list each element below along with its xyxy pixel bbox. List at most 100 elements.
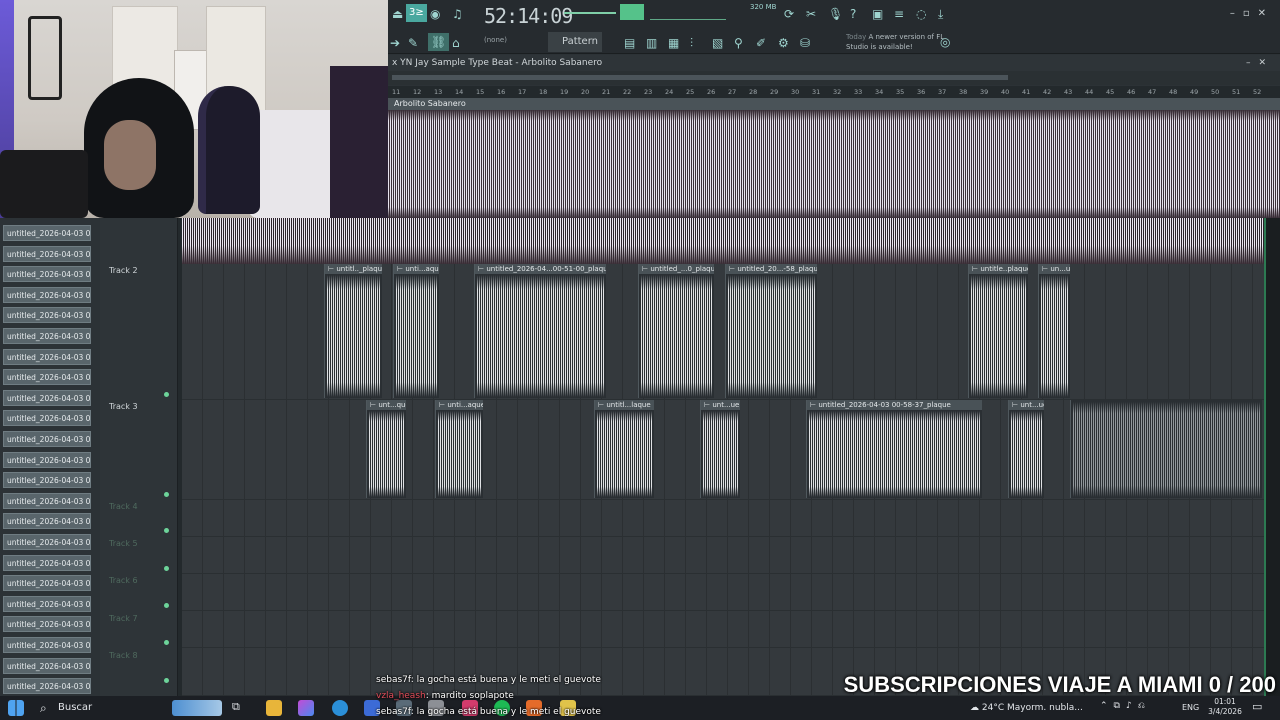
refresh-icon[interactable]: ⟳ bbox=[784, 7, 794, 21]
audio-clip[interactable]: ⊢ untitl...laque bbox=[594, 400, 654, 498]
clip-browser-item[interactable]: untitled_2026-04-03 00- bbox=[3, 369, 91, 386]
audio-clip-label[interactable]: ⊢ unti...aque bbox=[394, 264, 439, 274]
audio-clip-label[interactable]: ⊢ untitled_2026-04-03 00-58-37_plaque bbox=[807, 400, 982, 410]
track-6-label[interactable]: Track 6 bbox=[109, 576, 138, 585]
audio-clip[interactable]: ⊢ untitled_2026-04-03 00-58-37_plaque bbox=[806, 400, 982, 498]
download-icon[interactable]: ⤓ bbox=[938, 7, 943, 21]
pattern-selector[interactable]: Pattern 1 bbox=[548, 32, 602, 67]
track-4-label[interactable]: Track 4 bbox=[109, 502, 138, 511]
track-2-lane[interactable]: ⊢ untitl.._plaque ⊢ unti...aque ⊢ untitled… bbox=[182, 264, 1264, 400]
audio-clip[interactable]: ⊢ un...ue bbox=[1038, 264, 1070, 398]
right-scroll-edge[interactable] bbox=[1264, 218, 1280, 696]
task-view-icon[interactable]: ⧉ bbox=[232, 700, 248, 716]
taskbar-search[interactable]: ⌕ Buscar bbox=[34, 698, 160, 718]
track-6-lane[interactable] bbox=[182, 574, 1264, 611]
clip-browser-item[interactable]: untitled_2026-04-03 00- bbox=[3, 595, 91, 612]
mixer-faders-icon[interactable]: ⫶ bbox=[690, 36, 693, 50]
tools-icon[interactable]: ⚙ bbox=[778, 36, 789, 50]
clip-browser-item[interactable]: untitled_2026-04-03 00- bbox=[3, 472, 91, 489]
clip-browser-item[interactable]: untitled_2026-04-03 00- bbox=[3, 307, 91, 324]
clip-browser-item[interactable]: untitled_2026-04-03 00- bbox=[3, 431, 91, 447]
audio-clip-label[interactable]: ⊢ unt...ue bbox=[1009, 400, 1044, 410]
scrollbar-thumb[interactable] bbox=[392, 75, 1008, 80]
weather-widget[interactable]: ☁ 24°C Mayorm. nubla... bbox=[970, 699, 1083, 717]
clip-browser-item[interactable]: untitled_2026-04-03 00- bbox=[3, 616, 91, 633]
audio-clip-label[interactable]: ⊢ untitle..plaque bbox=[969, 264, 1028, 274]
clip-browser-item[interactable]: untitled_2026-04-03 00- bbox=[3, 225, 91, 241]
brush-icon[interactable]: ✐ bbox=[756, 36, 766, 50]
arrow-icon[interactable]: ➔ bbox=[390, 36, 400, 50]
track-2-label[interactable]: Track 2 bbox=[109, 266, 138, 275]
audio-clip[interactable]: ⊢ unt...ue bbox=[1008, 400, 1044, 498]
shop-icon[interactable]: ⛁ bbox=[800, 36, 810, 50]
track-2-mute[interactable] bbox=[164, 392, 169, 397]
audio-clip[interactable]: ⊢ untitled_20...-58_plaque bbox=[725, 264, 817, 398]
update-notice[interactable]: Today A newer version of FL Studio is av… bbox=[846, 32, 946, 52]
mic-icon[interactable]: 🎙 bbox=[828, 7, 843, 21]
audio-clip[interactable]: ⊢ unt...que bbox=[366, 400, 406, 498]
clip-browser-item[interactable]: untitled_2026-04-03 00- bbox=[3, 389, 91, 406]
clip-browser-item[interactable]: untitled_2026-04-03 00- bbox=[3, 286, 91, 303]
track-5-label[interactable]: Track 5 bbox=[109, 539, 138, 548]
audio-clip[interactable]: ⊢ unti...aque bbox=[435, 400, 483, 498]
playlist-area[interactable]: ⊢ untitl.._plaque ⊢ unti...aque ⊢ untitled… bbox=[182, 218, 1264, 696]
clip-browser-item[interactable]: untitled_2026-04-03 00- bbox=[3, 266, 91, 283]
audio-clip[interactable]: ⊢ untitled_...0_plaque bbox=[638, 264, 714, 398]
audio-clip-label[interactable]: ⊢ unti...aque bbox=[436, 400, 483, 410]
audio-clip[interactable]: ⊢ untitled_2026-04...00-51-00_plaque bbox=[474, 264, 606, 398]
clip-browser-item[interactable]: untitled_2026-04-03 00- bbox=[3, 657, 91, 674]
mixer-icon[interactable]: ≡ bbox=[894, 7, 904, 21]
copilot-icon[interactable] bbox=[298, 700, 314, 716]
piano-roll-icon[interactable]: ▥ bbox=[646, 36, 657, 50]
file-explorer-icon[interactable] bbox=[266, 700, 282, 716]
audio-clip-label[interactable]: ⊢ un...ue bbox=[1039, 264, 1070, 274]
track-5-lane[interactable] bbox=[182, 537, 1264, 574]
clip-browser-item[interactable]: untitled_2026-04-03 00- bbox=[3, 348, 91, 365]
audio-clip-muted[interactable] bbox=[1070, 400, 1262, 498]
audio-clip-title[interactable]: Arbolito Sabanero bbox=[388, 98, 1280, 110]
track-6-mute[interactable] bbox=[164, 603, 169, 608]
track-3-label[interactable]: Track 3 bbox=[109, 402, 138, 411]
audio-clip-waveform[interactable] bbox=[388, 110, 1280, 218]
track-8-label[interactable]: Track 8 bbox=[109, 651, 138, 660]
track-4-mute[interactable] bbox=[164, 528, 169, 533]
tempo-icon[interactable]: ♫ bbox=[452, 7, 463, 21]
help-icon[interactable]: ? bbox=[850, 7, 856, 21]
track-7-lane[interactable] bbox=[182, 611, 1264, 648]
start-icon[interactable] bbox=[8, 700, 24, 716]
audio-clip-label[interactable]: ⊢ untitled_20...-58_plaque bbox=[726, 264, 817, 274]
clip-browser-item[interactable]: untitled_2026-04-03 00- bbox=[3, 637, 91, 653]
chat-icon[interactable]: ◌ bbox=[916, 7, 926, 21]
clip-browser-item[interactable]: untitled_2026-04-03 00- bbox=[3, 554, 91, 571]
track-8-mute[interactable] bbox=[164, 678, 169, 683]
widgets-icon[interactable] bbox=[172, 700, 222, 716]
audio-clip-label[interactable]: ⊢ untitled_...0_plaque bbox=[639, 264, 714, 274]
link-icon[interactable]: ⛓ bbox=[428, 33, 450, 51]
audio-clip[interactable]: ⊢ untitl.._plaque bbox=[324, 264, 382, 398]
audio-clip-label[interactable]: ⊢ untitl...laque bbox=[595, 400, 654, 410]
audio-clip[interactable]: ⊢ unti...aque bbox=[393, 264, 439, 398]
system-tray-icons[interactable]: ⌃⧉♪⎌ bbox=[1100, 701, 1151, 711]
clip-browser-item[interactable]: untitled_2026-04-03 00- bbox=[3, 328, 91, 344]
edge-icon[interactable] bbox=[332, 700, 348, 716]
taskbar-clock[interactable]: 01:01 3/4/2026 bbox=[1208, 697, 1242, 717]
window-controls[interactable]: –▫✕ bbox=[1230, 8, 1274, 19]
track-5-mute[interactable] bbox=[164, 566, 169, 571]
track-7-label[interactable]: Track 7 bbox=[109, 614, 138, 623]
audio-clip-label[interactable]: ⊢ unt...que bbox=[367, 400, 406, 410]
track-3-lane[interactable]: ⊢ unt...que ⊢ unti...aque ⊢ untitl...laque… bbox=[182, 400, 1264, 500]
clip-browser-item[interactable]: untitled_2026-04-03 00- bbox=[3, 492, 91, 509]
track-1-waveform-continued[interactable] bbox=[182, 218, 1264, 264]
clip-browser-item[interactable]: untitled_2026-04-03 00- bbox=[3, 410, 91, 427]
playlist-icon[interactable]: ▤ bbox=[624, 36, 635, 50]
plugin-icon[interactable]: ⚲ bbox=[734, 36, 743, 50]
master-volume-slider[interactable] bbox=[564, 12, 616, 14]
track-4-lane[interactable] bbox=[182, 500, 1264, 537]
playlist-window-controls[interactable]: –✕ bbox=[1246, 58, 1274, 68]
save-icon[interactable]: ▣ bbox=[872, 7, 883, 21]
audio-clip[interactable]: ⊢ untitle..plaque bbox=[968, 264, 1028, 398]
track-7-mute[interactable] bbox=[164, 640, 169, 645]
browser-icon[interactable]: ▧ bbox=[712, 36, 723, 50]
clip-browser-item[interactable]: untitled_2026-04-03 00- bbox=[3, 534, 91, 550]
notification-icon[interactable]: ▭ bbox=[1252, 700, 1262, 713]
